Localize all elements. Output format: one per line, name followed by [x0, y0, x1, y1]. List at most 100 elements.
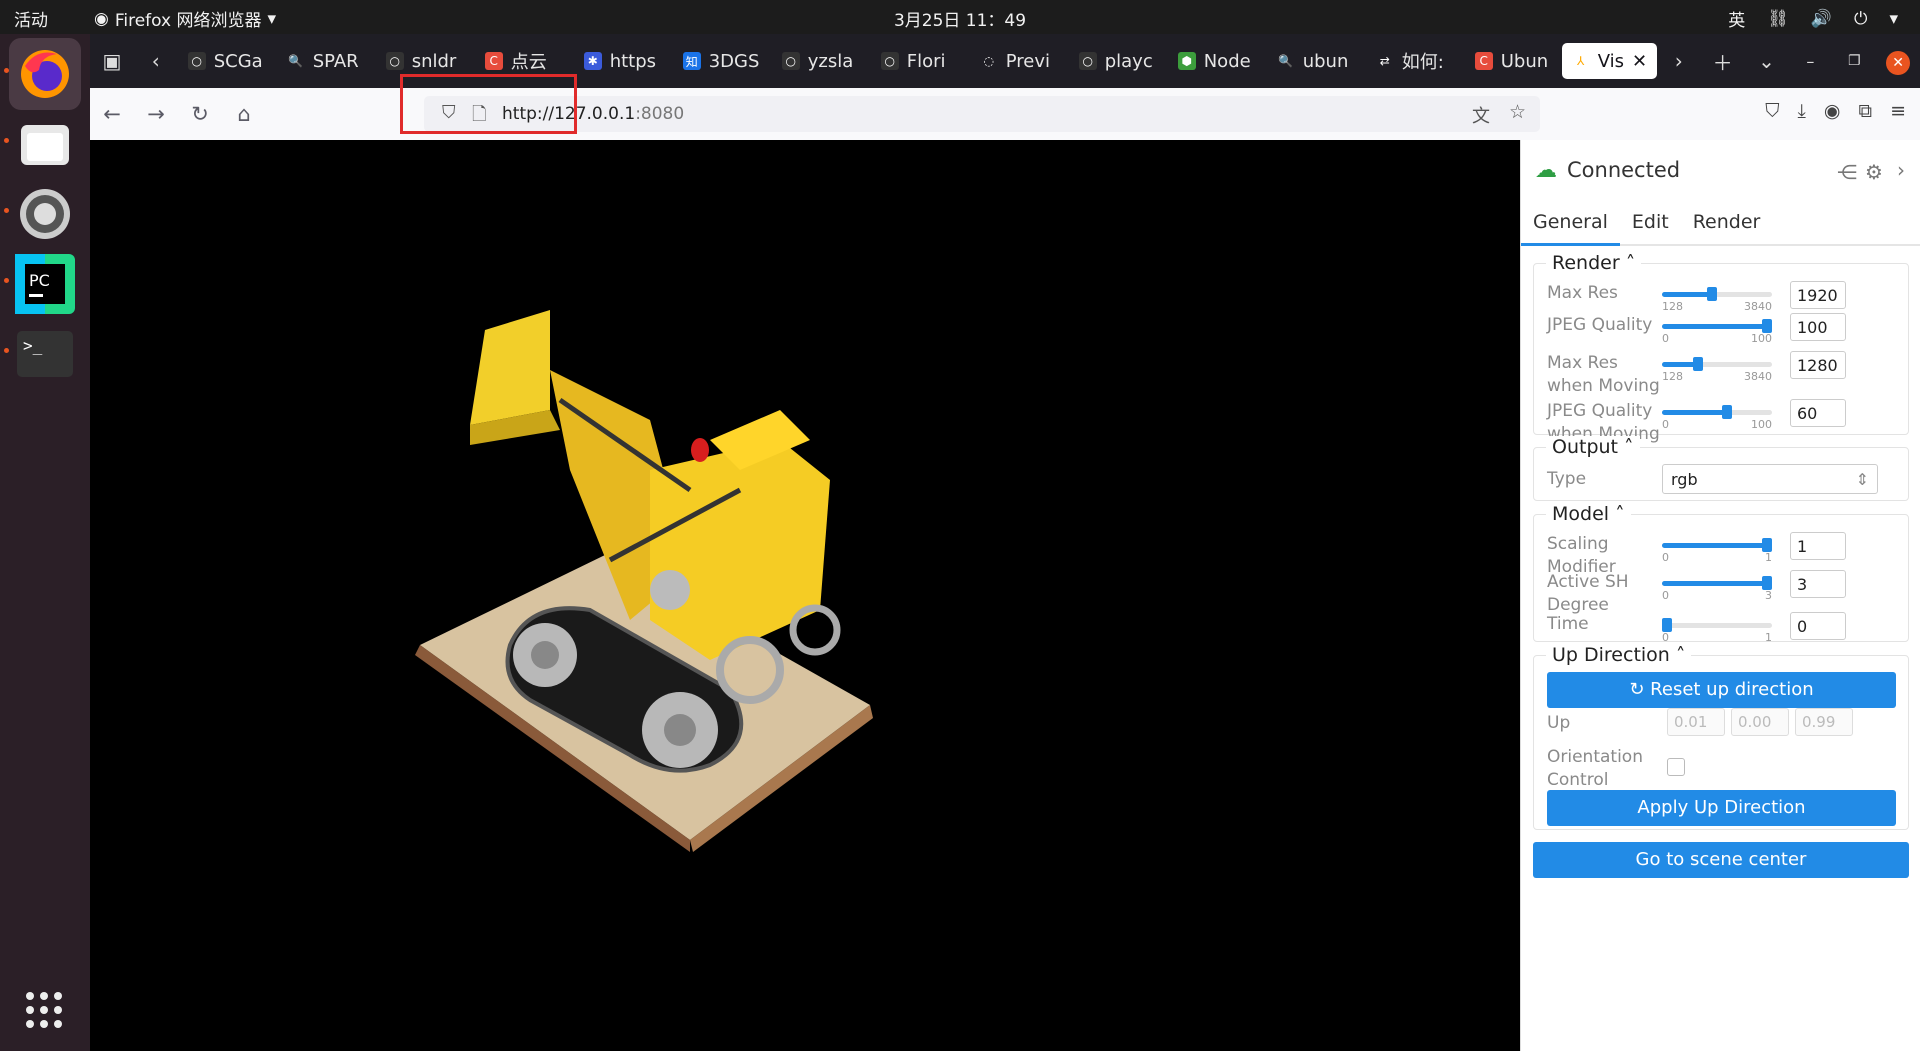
- home-icon[interactable]: ⌂: [222, 102, 266, 126]
- tab-active[interactable]: ⅄ Vis ✕: [1561, 43, 1657, 79]
- slider-thumb[interactable]: [1662, 618, 1672, 632]
- tab-6[interactable]: ○ yzsla: [772, 43, 869, 79]
- show-apps-icon[interactable]: [24, 990, 64, 1030]
- close-window-icon[interactable]: ✕: [1876, 48, 1920, 75]
- render-section-title[interactable]: Render ˄: [1546, 252, 1642, 274]
- favicon-icon: 知: [682, 52, 701, 70]
- input-method[interactable]: 英: [1728, 6, 1745, 31]
- output-section-title[interactable]: Output ˄: [1546, 436, 1640, 458]
- clock[interactable]: 3月25日 11：49: [0, 6, 1920, 31]
- tab-label: yzsla: [807, 50, 854, 72]
- tab-label: 3DGS: [708, 50, 760, 72]
- extensions-icon[interactable]: ⧉: [1859, 100, 1873, 122]
- tab-9[interactable]: ○ playc: [1069, 43, 1166, 79]
- slider-thumb[interactable]: [1762, 538, 1772, 552]
- slider[interactable]: 128 3840: [1662, 287, 1772, 313]
- forward-icon[interactable]: →: [134, 102, 178, 126]
- model-section-title[interactable]: Model ˄: [1546, 503, 1631, 525]
- back-icon[interactable]: ←: [90, 102, 134, 126]
- tab-5[interactable]: 知 3DGS: [673, 43, 770, 79]
- up-z-input: 0.99: [1795, 708, 1853, 736]
- download-icon[interactable]: ⤓: [1798, 100, 1806, 122]
- dock-files[interactable]: [9, 108, 81, 180]
- tab-general[interactable]: General: [1521, 200, 1620, 246]
- favicon-icon: ✱: [583, 52, 602, 70]
- orientation-control-checkbox[interactable]: [1667, 758, 1685, 776]
- viser-control-panel: ☁ Connected ⋲ ⚙ › General Edit Render Re…: [1520, 140, 1920, 1051]
- slider[interactable]: 03: [1662, 576, 1772, 602]
- tab-13[interactable]: C Ubun: [1465, 43, 1562, 79]
- share-icon[interactable]: ⋲: [1837, 160, 1857, 184]
- slider-thumb[interactable]: [1693, 357, 1703, 371]
- number-input[interactable]: 100: [1790, 313, 1846, 341]
- dock-settings[interactable]: [9, 178, 81, 250]
- tab-7[interactable]: ○ Flori: [871, 43, 968, 79]
- tab-edit[interactable]: Edit: [1620, 200, 1681, 244]
- dock-terminal[interactable]: >_: [9, 318, 81, 390]
- tab-10[interactable]: ⬢ Node: [1168, 43, 1265, 79]
- apply-up-direction-button[interactable]: Apply Up Direction: [1547, 790, 1896, 826]
- tab-label: Previ: [1005, 50, 1050, 72]
- tab-4[interactable]: ✱ https: [574, 43, 671, 79]
- number-input[interactable]: 1280: [1790, 351, 1846, 379]
- 3d-viewport[interactable]: [90, 140, 1520, 1051]
- number-input[interactable]: 60: [1790, 399, 1846, 427]
- number-input[interactable]: 1: [1790, 532, 1846, 560]
- tab-8[interactable]: ◌ Previ: [970, 43, 1067, 79]
- go-to-scene-center-button[interactable]: Go to scene center: [1533, 842, 1909, 878]
- output-section: Output ˄ Type rgb ⇕: [1533, 436, 1909, 501]
- slider-min: 128: [1662, 370, 1683, 383]
- url-bar[interactable]: ⛉ 🗋 http://127.0.0.1:8080 文 ☆: [424, 96, 1540, 132]
- favicon-icon: C: [1474, 52, 1493, 70]
- tab-12[interactable]: ⇄ 如何:: [1366, 43, 1463, 79]
- panel-tabs: General Edit Render: [1521, 200, 1920, 246]
- pycharm-icon: PC: [15, 254, 75, 314]
- slider[interactable]: 128 3840: [1662, 357, 1772, 383]
- slider[interactable]: 01: [1662, 538, 1772, 564]
- scroll-tabs-right-icon[interactable]: ›: [1657, 49, 1701, 73]
- reload-icon[interactable]: ↻: [178, 102, 222, 126]
- chevron-down-icon[interactable]: ⌄: [1745, 49, 1789, 73]
- tab-11[interactable]: 🔍 ubun: [1267, 43, 1364, 79]
- favicon-icon: ⬢: [1177, 52, 1196, 70]
- system-top-bar: 活动 ◉ Firefox 网络浏览器 ▾ 3月25日 11：49 英 ⛓ 🔊 ⏻ ▾: [0, 0, 1920, 34]
- menu-icon[interactable]: ≡: [1890, 100, 1906, 122]
- bookmark-star-icon[interactable]: ☆: [1509, 101, 1526, 123]
- translate-icon[interactable]: 文: [1472, 102, 1490, 128]
- collapse-panel-icon[interactable]: ›: [1897, 158, 1905, 182]
- close-icon[interactable]: ✕: [1632, 51, 1647, 72]
- account-icon[interactable]: ◉: [1824, 100, 1841, 122]
- settings-sliders-icon[interactable]: ⚙: [1865, 160, 1883, 184]
- reset-up-direction-button[interactable]: ↻ Reset up direction: [1547, 672, 1896, 708]
- system-tray[interactable]: 英 ⛓ 🔊 ⏻ ▾: [1728, 6, 1898, 32]
- slider-thumb[interactable]: [1762, 319, 1772, 333]
- slider-thumb[interactable]: [1707, 287, 1717, 301]
- scroll-tabs-left-icon[interactable]: ‹: [134, 49, 178, 73]
- tab-list-icon[interactable]: ▣: [90, 49, 134, 73]
- number-input[interactable]: 3: [1790, 570, 1846, 598]
- up-x-input: 0.01: [1667, 708, 1725, 736]
- new-tab-icon[interactable]: ＋: [1701, 47, 1745, 76]
- slider-thumb[interactable]: [1762, 576, 1772, 590]
- dock-firefox[interactable]: [9, 38, 81, 110]
- select-arrows-icon: ⇕: [1855, 470, 1869, 489]
- tab-render[interactable]: Render: [1681, 200, 1773, 244]
- tab-0[interactable]: ○ SCGa: [178, 43, 275, 79]
- up-direction-title[interactable]: Up Direction ˄: [1546, 644, 1692, 666]
- slider[interactable]: 0 100: [1662, 319, 1772, 345]
- number-input[interactable]: 0: [1790, 612, 1846, 640]
- maximize-icon[interactable]: ❐: [1832, 53, 1876, 69]
- tab-label: Flori: [906, 50, 946, 72]
- dock-pycharm[interactable]: PC: [9, 248, 81, 320]
- pocket-icon[interactable]: ⛉: [1765, 100, 1779, 122]
- minimize-icon[interactable]: –: [1788, 52, 1832, 71]
- number-input[interactable]: 1920: [1790, 281, 1846, 309]
- slider[interactable]: 0 100: [1662, 405, 1772, 431]
- tab-1[interactable]: 🔍 SPAR: [277, 43, 374, 79]
- output-type-select[interactable]: rgb ⇕: [1662, 464, 1878, 494]
- slider-thumb[interactable]: [1722, 405, 1732, 419]
- lego-bulldozer-render: [415, 310, 873, 852]
- nav-bar: ← → ↻ ⌂ ⛉ 🗋 http://127.0.0.1:8080 文 ☆ ⛉ ⤓…: [90, 88, 1920, 140]
- slider[interactable]: 01: [1662, 618, 1772, 644]
- connection-status: Connected: [1567, 158, 1681, 182]
